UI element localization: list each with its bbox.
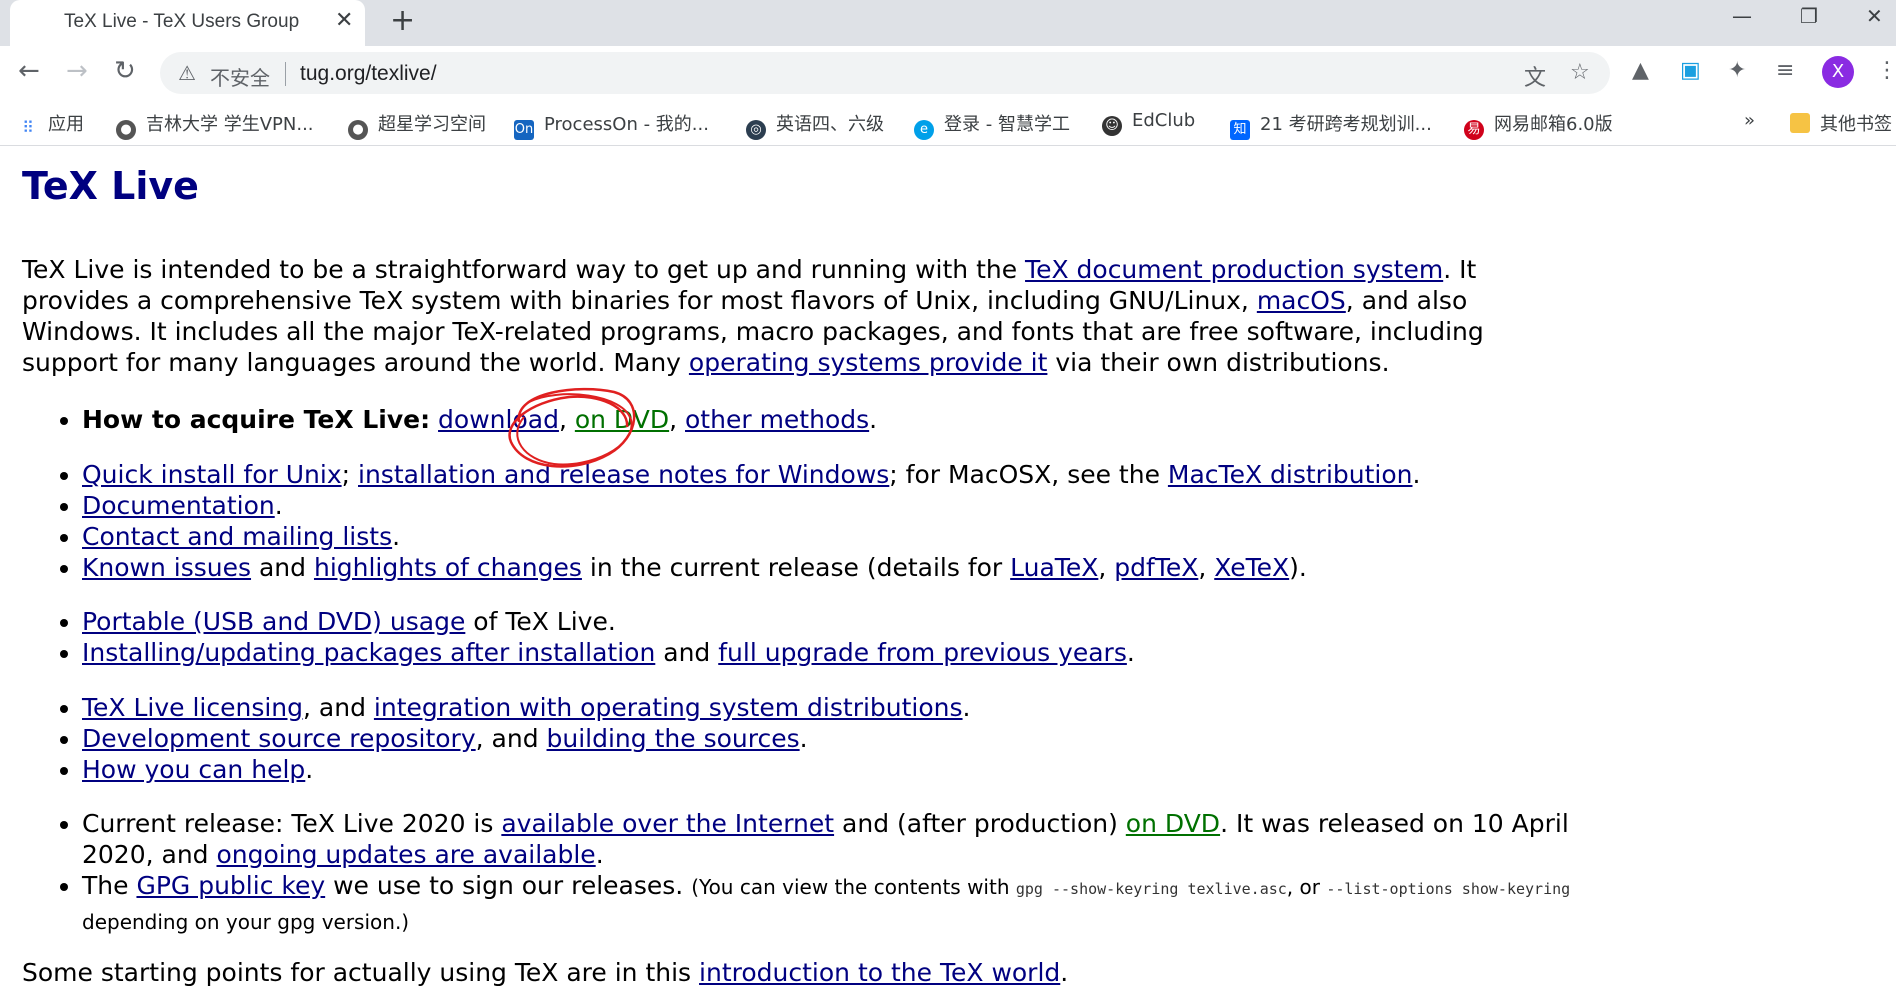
profile-avatar[interactable]: X <box>1822 56 1854 88</box>
extension-a-icon[interactable]: ▲ <box>1632 58 1649 83</box>
reload-icon[interactable]: ↻ <box>114 56 136 86</box>
list-item: Development source repository, and build… <box>82 723 971 754</box>
closing-paragraph: Some starting points for actually using … <box>22 958 1069 987</box>
bookmark-item[interactable]: 知 21 考研跨考规划训... <box>1230 110 1432 140</box>
extension-tv-icon[interactable]: ▣ <box>1680 58 1701 83</box>
building-sources-link[interactable]: building the sources <box>547 724 800 753</box>
list-item: TeX Live licensing, and integration with… <box>82 692 971 723</box>
acquire-list: How to acquire TeX Live: download, on DV… <box>22 404 877 435</box>
highlights-link[interactable]: highlights of changes <box>314 553 582 582</box>
processon-icon: On <box>514 120 534 140</box>
full-upgrade-link[interactable]: full upgrade from previous years <box>718 638 1127 667</box>
info-list: Quick install for Unix; installation and… <box>22 459 1420 583</box>
gpg-key-link[interactable]: GPG public key <box>136 871 325 900</box>
address-separator <box>285 62 286 86</box>
contact-link[interactable]: Contact and mailing lists <box>82 522 392 551</box>
cet-icon: ◎ <box>746 120 766 140</box>
known-issues-link[interactable]: Known issues <box>82 553 251 582</box>
integration-link[interactable]: integration with operating system distri… <box>374 693 963 722</box>
list-item: How you can help. <box>82 754 971 785</box>
list-item: How to acquire TeX Live: download, on DV… <box>82 404 877 435</box>
bookmark-item[interactable]: ☺ EdClub <box>1102 110 1195 136</box>
list-item: Quick install for Unix; installation and… <box>82 459 1420 490</box>
warning-icon[interactable]: ⚠ <box>178 61 196 85</box>
close-window-icon[interactable]: ✕ <box>1866 4 1883 28</box>
smart-school-icon: e <box>914 120 934 140</box>
list-item: Known issues and highlights of changes i… <box>82 552 1420 583</box>
on-dvd-link[interactable]: on DVD <box>1126 809 1220 838</box>
installing-packages-link[interactable]: Installing/updating packages after insta… <box>82 638 655 667</box>
dev-list: TeX Live licensing, and integration with… <box>22 692 971 785</box>
page-title: TeX Live <box>22 164 199 208</box>
quick-install-link[interactable]: Quick install for Unix <box>82 460 342 489</box>
how-to-help-link[interactable]: How you can help <box>82 755 305 784</box>
pdftex-link[interactable]: pdfTeX <box>1114 553 1198 582</box>
folder-icon <box>1790 113 1810 133</box>
globe-icon: ● <box>348 120 368 140</box>
ongoing-updates-link[interactable]: ongoing updates are available <box>217 840 596 869</box>
list-item: Current release: TeX Live 2020 is availa… <box>82 808 1622 870</box>
page-content: TeX Live TeX Live is intended to be a st… <box>22 146 1862 1006</box>
acquire-label: How to acquire TeX Live: <box>82 405 431 434</box>
bookmark-item[interactable]: 易网易邮箱6.0版 <box>1464 110 1613 140</box>
bookmark-item[interactable]: On ProcessOn - 我的... <box>514 110 709 140</box>
luatex-link[interactable]: LuaTeX <box>1010 553 1098 582</box>
tex-world-link[interactable]: introduction to the TeX world <box>699 958 1060 987</box>
media-queue-icon[interactable]: ≡ <box>1776 58 1794 83</box>
back-icon[interactable]: ← <box>18 56 40 86</box>
apps-grid-icon: ⠿ <box>18 118 38 138</box>
more-bookmarks-icon[interactable]: » <box>1744 110 1755 131</box>
netease-mail-icon: 易 <box>1464 120 1484 140</box>
release-list: Current release: TeX Live 2020 is availa… <box>22 808 1622 938</box>
bookmark-star-icon[interactable]: ☆ <box>1570 60 1590 85</box>
bookmarks-bar: ⠿ 应用 ● 吉林大学 学生VPN... ● 超星学习空间 On ProcessOn -… <box>0 101 1896 146</box>
url-text[interactable]: tug.org/texlive/ <box>300 62 437 86</box>
tab-strip: TeX Live - TeX Users Group ✕ + — ❐ ✕ <box>0 0 1896 46</box>
bookmark-apps[interactable]: ⠿ 应用 <box>18 110 84 138</box>
tex-document-system-link[interactable]: TeX document production system <box>1025 255 1443 284</box>
intro-paragraph: TeX Live is intended to be a straightfor… <box>22 255 1484 377</box>
list-item: Installing/updating packages after insta… <box>82 637 1135 668</box>
download-link[interactable]: download <box>438 405 559 434</box>
windows-notes-link[interactable]: installation and release notes for Windo… <box>358 460 889 489</box>
other-methods-link[interactable]: other methods <box>685 405 869 434</box>
available-internet-link[interactable]: available over the Internet <box>501 809 834 838</box>
browser-tab[interactable]: TeX Live - TeX Users Group ✕ <box>10 0 365 46</box>
address-bar[interactable]: ⚠ 不安全 tug.org/texlive/ 文 ☆ <box>160 52 1610 94</box>
bookmark-item[interactable]: ● 吉林大学 学生VPN... <box>116 110 314 140</box>
list-item: The GPG public key we use to sign our re… <box>82 870 1622 938</box>
browser-toolbar: ← → ↻ ⚠ 不安全 tug.org/texlive/ 文 ☆ ▲ ▣ ✦ ≡… <box>0 46 1896 101</box>
licensing-link[interactable]: TeX Live licensing <box>82 693 303 722</box>
mactex-link[interactable]: MacTeX distribution <box>1168 460 1413 489</box>
restore-icon[interactable]: ❐ <box>1800 4 1818 28</box>
bookmark-item[interactable]: ● 超星学习空间 <box>348 110 486 140</box>
usage-list: Portable (USB and DVD) usage of TeX Live… <box>22 606 1135 668</box>
portable-link[interactable]: Portable (USB and DVD) usage <box>82 607 465 636</box>
close-tab-icon[interactable]: ✕ <box>335 8 353 33</box>
bookmark-item[interactable]: ◎ 英语四、六级 <box>746 110 884 140</box>
edclub-icon: ☺ <box>1102 116 1122 136</box>
dvd-link[interactable]: on DVD <box>575 405 669 434</box>
list-item: Documentation. <box>82 490 1420 521</box>
list-item: Portable (USB and DVD) usage of TeX Live… <box>82 606 1135 637</box>
extensions-puzzle-icon[interactable]: ✦ <box>1728 58 1746 83</box>
minimize-icon[interactable]: — <box>1732 4 1752 28</box>
xetex-link[interactable]: XeTeX <box>1214 553 1289 582</box>
documentation-link[interactable]: Documentation <box>82 491 275 520</box>
new-tab-icon[interactable]: + <box>390 3 415 38</box>
zhihu-icon: 知 <box>1230 120 1250 140</box>
other-bookmarks-folder[interactable]: 其他书签 <box>1790 110 1892 136</box>
tab-title: TeX Live - TeX Users Group <box>64 11 300 32</box>
bookmark-item[interactable]: e 登录 - 智慧学工 <box>914 110 1070 140</box>
menu-kebab-icon[interactable]: ⋮ <box>1876 58 1896 83</box>
forward-icon[interactable]: → <box>66 56 88 86</box>
list-item: Contact and mailing lists. <box>82 521 1420 552</box>
macos-link[interactable]: macOS <box>1257 286 1346 315</box>
globe-icon: ● <box>116 120 136 140</box>
dev-repo-link[interactable]: Development source repository <box>82 724 476 753</box>
os-provide-link[interactable]: operating systems provide it <box>689 348 1047 377</box>
insecure-label[interactable]: 不安全 <box>210 62 270 91</box>
translate-icon[interactable]: 文 <box>1524 60 1546 92</box>
